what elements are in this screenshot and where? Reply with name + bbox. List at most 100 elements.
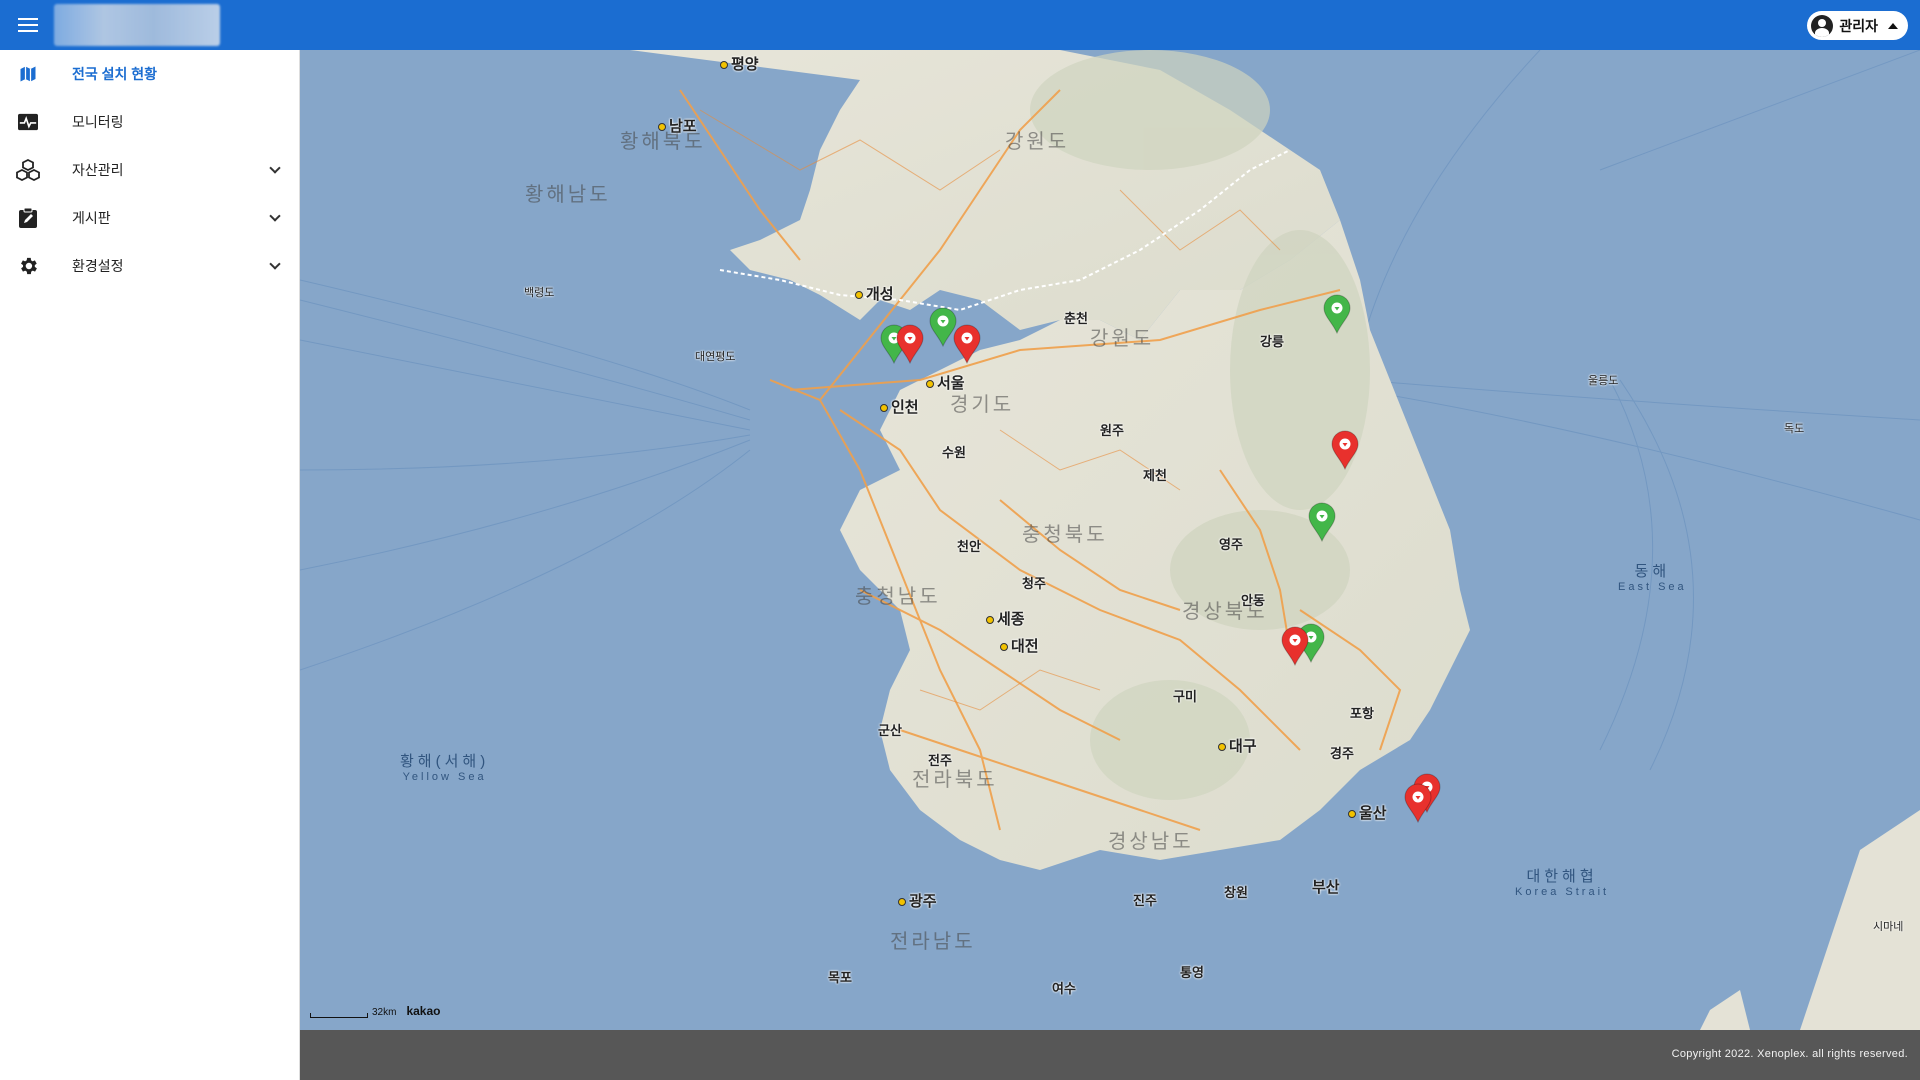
caret-up-icon (1888, 22, 1898, 29)
province-label: 충청북도 (1022, 524, 1108, 546)
place-label: 백령도 (524, 287, 555, 299)
chevron-down-icon (269, 258, 281, 270)
province-label: 충청남도 (855, 586, 941, 608)
sidebar-item-asset-management[interactable]: 자산관리 (0, 146, 299, 194)
city-label: 영주 (1219, 537, 1243, 552)
map-marker-alert[interactable] (1330, 430, 1360, 470)
map-marker-alert[interactable] (1280, 626, 1310, 666)
city-dot (658, 123, 666, 132)
province-label: 강원도 (1090, 328, 1155, 350)
map-marker-alert[interactable] (1403, 783, 1433, 823)
city-name: 인천 (891, 399, 919, 416)
city-name: 개성 (866, 286, 894, 303)
city-label: 청주 (1022, 576, 1046, 591)
cubes-icon (16, 158, 40, 182)
sea-label-ko: 동해 (1634, 563, 1671, 580)
user-name: 관리자 (1839, 17, 1878, 34)
city-dot (1348, 810, 1356, 819)
city-label: 울산 (1348, 802, 1387, 823)
place-label: 울릉도 (1588, 375, 1619, 387)
province-label: 황해남도 (525, 184, 611, 206)
map-view[interactable]: 황해북도 황해남도 강원도 강원도 경기도 충청북도 충청남도 경상북도 경상남… (300, 50, 1920, 1030)
sea-label-east-sea: 동해 East Sea (1618, 560, 1687, 593)
city-label: 구미 (1173, 689, 1197, 704)
chevron-down-icon (269, 210, 281, 222)
city-label: 원주 (1100, 423, 1124, 438)
city-label: 목포 (828, 970, 852, 985)
scale-bar (310, 1013, 368, 1018)
province-label: 전라남도 (890, 931, 976, 953)
province-label: 전라북도 (912, 769, 998, 791)
city-dot (926, 380, 934, 389)
top-app-bar: 관리자 (0, 0, 1920, 50)
city-name: 평양 (731, 56, 759, 73)
sidebar-item-board[interactable]: 게시판 (0, 194, 299, 242)
city-dot (1000, 643, 1008, 652)
sidebar-item-label: 모니터링 (72, 114, 124, 130)
map-marker-alert[interactable] (895, 324, 925, 364)
province-label: 강원도 (1005, 131, 1070, 153)
city-dot (855, 291, 863, 300)
sidebar-item-label: 자산관리 (72, 162, 124, 178)
hamburger-menu-icon[interactable] (14, 12, 42, 38)
map-provider-logo: kakao (406, 1004, 441, 1018)
place-label: 독도 (1784, 423, 1805, 435)
city-label: 대구 (1218, 735, 1257, 756)
city-label: 여수 (1052, 981, 1076, 996)
city-label: 부산 (1312, 879, 1340, 896)
city-label: 대전 (1000, 635, 1039, 656)
city-label: 창원 (1224, 885, 1248, 900)
sidebar-item-label: 환경설정 (72, 258, 124, 274)
copyright-text: Copyright 2022. Xenoplex. all rights res… (1671, 1048, 1908, 1060)
city-dot (898, 898, 906, 907)
city-label: 인천 (880, 396, 919, 417)
map-marker-normal[interactable] (1322, 294, 1352, 334)
sidebar-item-label: 전국 설치 현황 (72, 66, 158, 82)
city-label: 제천 (1143, 468, 1167, 483)
account-circle-icon (1811, 14, 1834, 37)
city-label: 통영 (1180, 965, 1204, 980)
sea-label-en: East Sea (1618, 581, 1687, 593)
sidebar-item-monitoring[interactable]: 모니터링 (0, 98, 299, 146)
map-marker-normal[interactable] (1307, 502, 1337, 542)
city-label: 전주 (928, 753, 952, 768)
city-dot (986, 616, 994, 625)
sea-label-yellow-sea: 황해(서해) Yellow Sea (400, 750, 489, 783)
scale-label: 32km (372, 1007, 397, 1018)
sea-label-ko: 대한해협 (1526, 868, 1598, 885)
city-label: 진주 (1133, 893, 1157, 908)
user-menu-button[interactable]: 관리자 (1807, 11, 1908, 40)
city-name: 남포 (669, 118, 697, 135)
city-name: 울산 (1359, 805, 1387, 822)
city-label: 광주 (898, 890, 937, 911)
sidebar-item-label: 게시판 (72, 210, 111, 226)
city-label: 군산 (878, 723, 902, 738)
city-label: 포항 (1350, 706, 1374, 721)
footer: Copyright 2022. Xenoplex. all rights res… (300, 1030, 1920, 1080)
city-label: 안동 (1241, 593, 1265, 608)
clipboard-edit-icon (16, 206, 40, 230)
sidebar-item-installation-status[interactable]: 전국 설치 현황 (0, 50, 299, 98)
city-label: 수원 (942, 445, 966, 460)
city-label: 개성 (855, 283, 894, 304)
logo[interactable] (54, 4, 220, 46)
city-dot (880, 404, 888, 413)
sidebar-item-settings[interactable]: 환경설정 (0, 242, 299, 290)
city-name: 광주 (909, 893, 937, 910)
province-label: 경상남도 (1108, 831, 1194, 853)
city-name: 대전 (1011, 638, 1039, 655)
city-label: 세종 (986, 608, 1025, 629)
sea-label-ko: 황해(서해) (400, 753, 490, 770)
map-icon (16, 62, 40, 86)
city-label: 춘천 (1064, 311, 1088, 326)
city-label: 서울 (926, 372, 965, 393)
sea-label-en: Yellow Sea (402, 771, 487, 783)
pulse-icon (16, 110, 40, 134)
city-dot (720, 61, 728, 70)
city-label: 천안 (957, 539, 981, 554)
city-label: 남포 (658, 115, 697, 136)
city-label: 평양 (720, 53, 759, 74)
city-name: 서울 (937, 375, 965, 392)
city-label: 강릉 (1260, 334, 1284, 349)
map-marker-alert[interactable] (952, 324, 982, 364)
